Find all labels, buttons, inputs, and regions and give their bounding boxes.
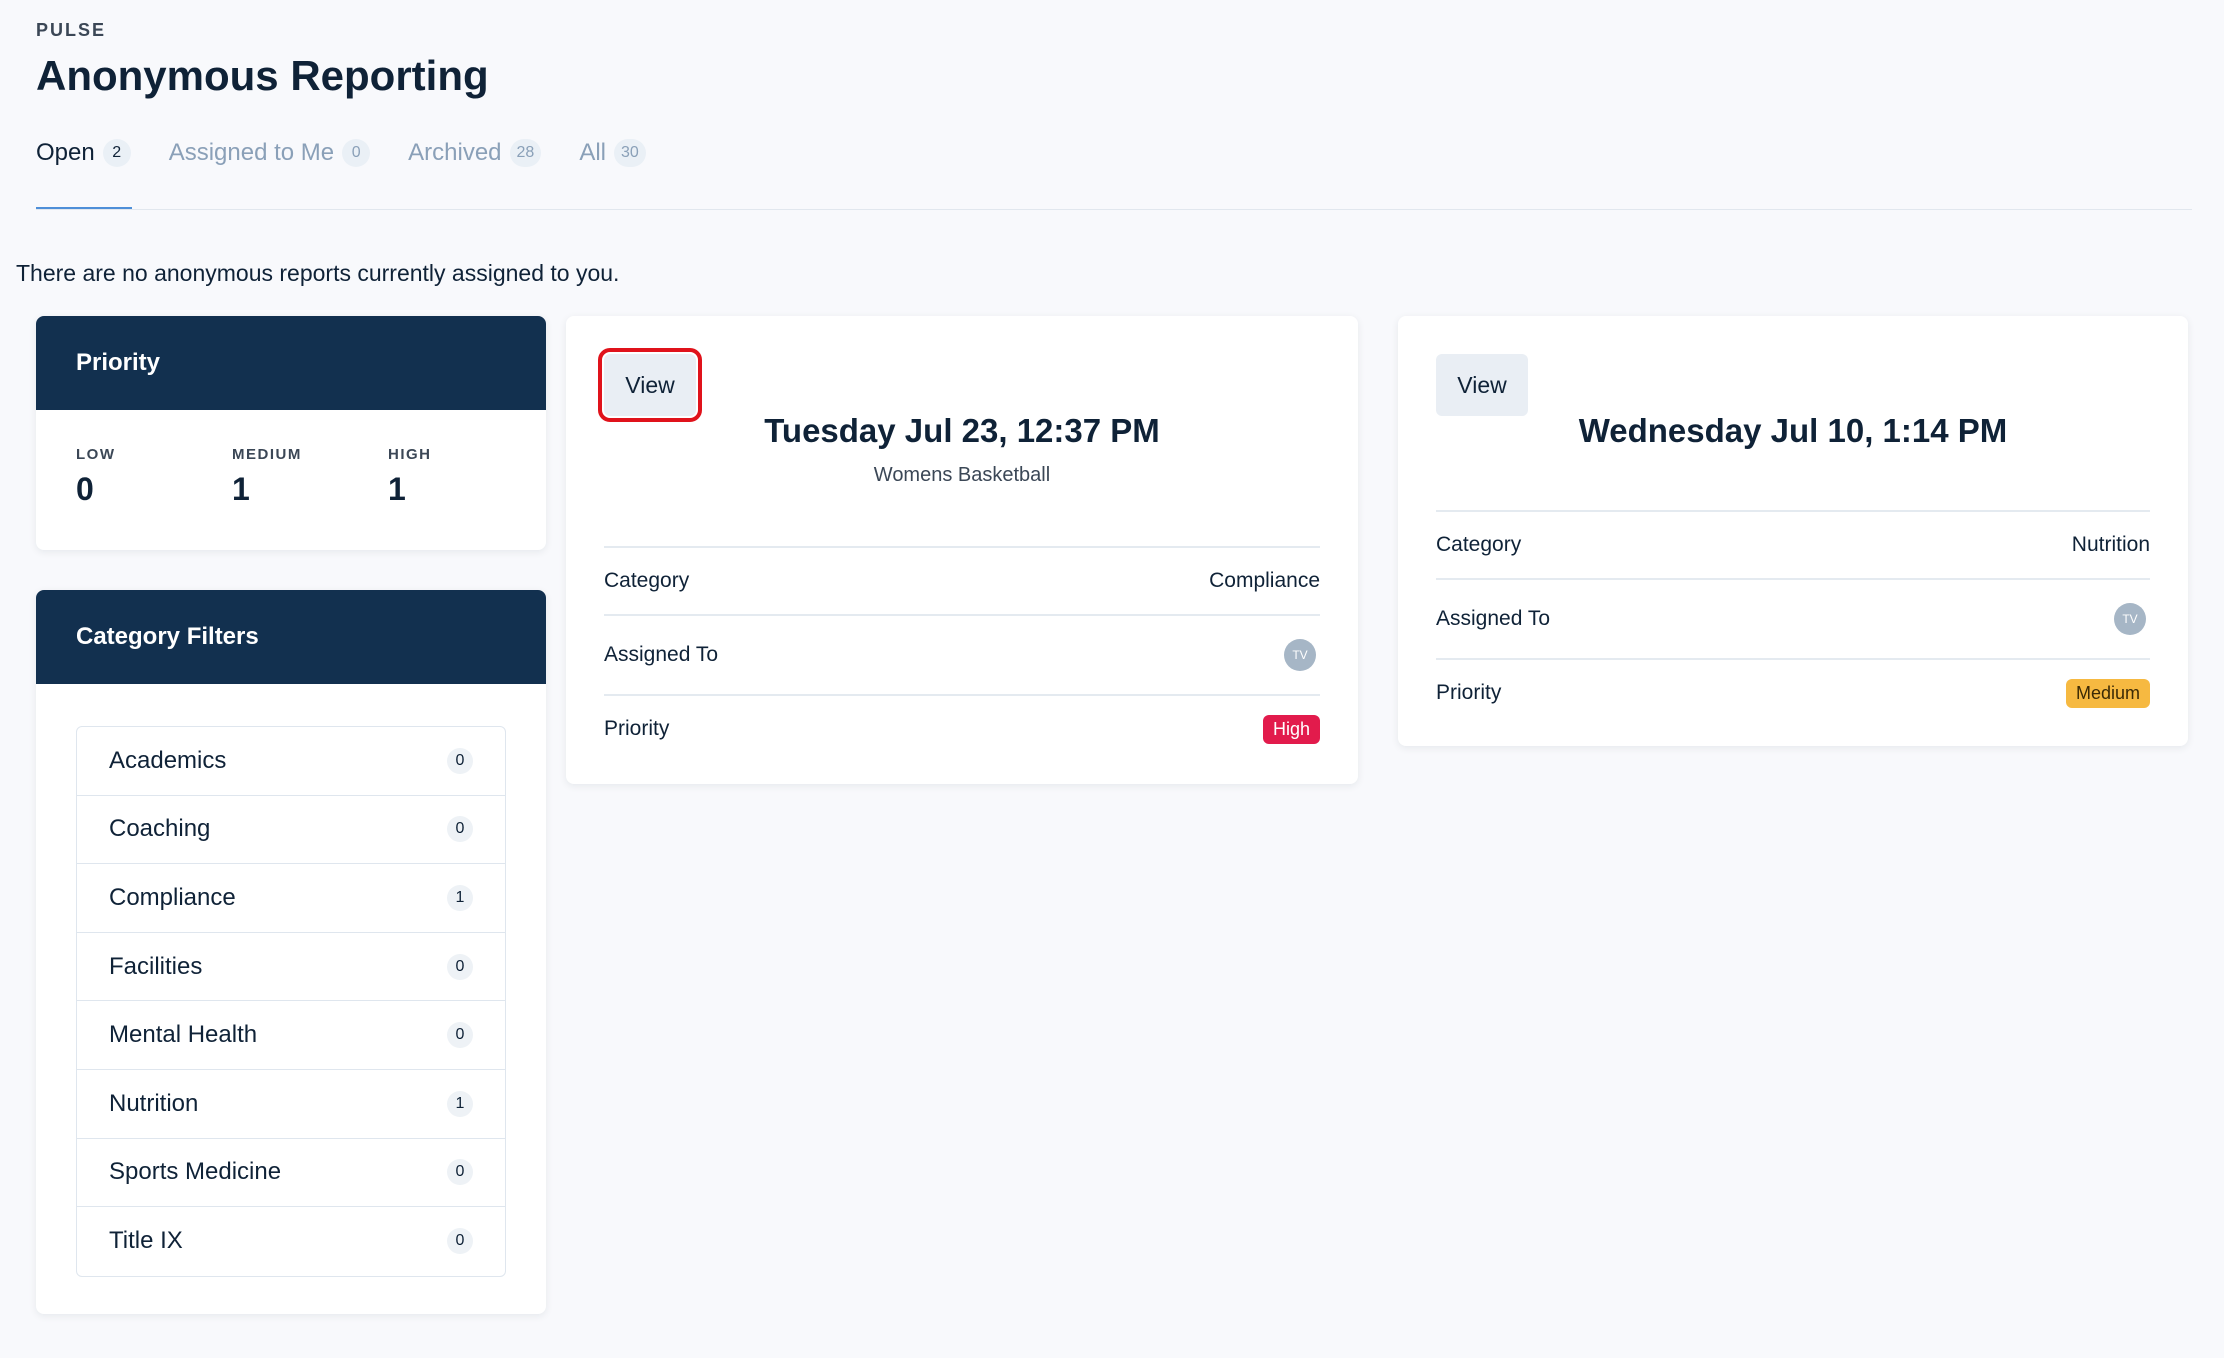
tab-assigned-to-me[interactable]: Assigned to Me 0 [168, 134, 371, 172]
app-eyebrow: PULSE [36, 20, 107, 40]
category-item-academics[interactable]: Academics 0 [77, 727, 505, 796]
empty-state-message: There are no anonymous reports currently… [16, 260, 620, 286]
report-card: View Tuesday Jul 23, 12:37 PM Womens Bas… [566, 316, 1358, 784]
tabs-divider [36, 209, 2192, 210]
category-item-mental-health[interactable]: Mental Health 0 [77, 1001, 505, 1070]
tab-label: All [579, 139, 606, 166]
report-priority-row: Priority High [604, 694, 1320, 762]
page: PULSE Anonymous Reporting Open 2 Assigne… [0, 0, 2224, 1358]
tab-all[interactable]: All 30 [579, 134, 646, 172]
category-label: Title IX [109, 1227, 183, 1255]
tab-count-badge: 2 [102, 139, 131, 167]
tab-label: Archived [408, 139, 502, 166]
category-count-badge: 0 [447, 953, 473, 980]
category-count-badge: 1 [447, 1090, 473, 1117]
detail-label: Priority [604, 717, 670, 740]
priority-badge: High [1262, 714, 1320, 744]
detail-label: Priority [1436, 681, 1502, 704]
detail-label: Category [604, 569, 690, 592]
category-count-badge: 0 [447, 1022, 473, 1049]
tab-archived[interactable]: Archived 28 [408, 134, 542, 172]
tab-count-badge: 28 [509, 139, 542, 167]
report-priority-row: Priority Medium [1436, 658, 2150, 726]
priority-panel-title: Priority [36, 316, 546, 410]
category-count-badge: 0 [447, 747, 473, 774]
category-label: Coaching [109, 815, 211, 843]
report-card: View Wednesday Jul 10, 1:14 PM Category … [1398, 316, 2188, 746]
report-date: Tuesday Jul 23, 12:37 PM [764, 412, 1160, 449]
priority-stats: LOW 0 MEDIUM 1 HIGH 1 [36, 410, 546, 508]
category-label: Academics [109, 746, 227, 774]
detail-label: Assigned To [1436, 607, 1551, 630]
detail-value: Compliance [1209, 569, 1320, 592]
detail-label: Assigned To [604, 643, 719, 666]
report-details: Category Nutrition Assigned To TV Priori… [1436, 510, 2150, 726]
report-category-row: Category Compliance [604, 546, 1320, 614]
priority-badge: Medium [2065, 678, 2150, 708]
report-team: Womens Basketball [873, 464, 1051, 486]
priority-low-value: 0 [76, 471, 94, 507]
category-item-facilities[interactable]: Facilities 0 [77, 933, 505, 1002]
tab-bar: Open 2 Assigned to Me 0 Archived 28 All … [36, 134, 646, 210]
priority-panel: Priority LOW 0 MEDIUM 1 HIGH 1 [36, 316, 546, 550]
category-label: Sports Medicine [109, 1158, 282, 1186]
category-list: Academics 0 Coaching 0 Compliance 1 Faci… [76, 726, 506, 1277]
priority-medium-value: 1 [232, 471, 250, 507]
detail-value: Nutrition [2071, 533, 2150, 556]
tab-count-badge: 0 [342, 139, 371, 167]
category-count-badge: 1 [447, 884, 473, 911]
priority-medium-stat: MEDIUM 1 [232, 446, 388, 508]
report-category-row: Category Nutrition [1436, 510, 2150, 578]
category-filters-panel: Category Filters Academics 0 Coaching 0 … [36, 590, 546, 1314]
view-report-button[interactable]: View [598, 348, 702, 422]
tab-label: Assigned to Me [168, 139, 335, 166]
category-count-badge: 0 [447, 1228, 473, 1255]
priority-low-stat: LOW 0 [76, 446, 232, 508]
category-label: Nutrition [109, 1089, 199, 1117]
category-item-title-ix[interactable]: Title IX 0 [77, 1207, 505, 1276]
category-filters-title: Category Filters [36, 590, 546, 684]
avatar: TV [2114, 603, 2146, 635]
category-count-badge: 0 [447, 1159, 473, 1186]
report-assigned-row: Assigned To TV [604, 614, 1320, 694]
category-label: Facilities [109, 952, 203, 980]
tab-open[interactable]: Open 2 [36, 134, 131, 172]
report-assigned-row: Assigned To TV [1436, 578, 2150, 658]
priority-low-label: LOW [76, 446, 116, 463]
category-item-compliance[interactable]: Compliance 1 [77, 864, 505, 933]
category-label: Compliance [109, 883, 236, 911]
priority-medium-label: MEDIUM [232, 446, 302, 463]
category-item-nutrition[interactable]: Nutrition 1 [77, 1070, 505, 1139]
report-date: Wednesday Jul 10, 1:14 PM [1578, 412, 2008, 449]
report-details: Category Compliance Assigned To TV Prior… [604, 546, 1320, 762]
category-count-badge: 0 [447, 816, 473, 843]
detail-label: Category [1436, 533, 1522, 556]
avatar: TV [1284, 639, 1316, 671]
priority-high-stat: HIGH 1 [388, 446, 544, 508]
category-item-sports-medicine[interactable]: Sports Medicine 0 [77, 1139, 505, 1208]
page-title: Anonymous Reporting [36, 52, 489, 99]
view-report-button[interactable]: View [1436, 354, 1528, 416]
priority-high-label: HIGH [388, 446, 432, 463]
priority-high-value: 1 [388, 471, 406, 507]
category-label: Mental Health [109, 1021, 258, 1049]
tab-count-badge: 30 [613, 139, 646, 167]
tab-label: Open [36, 139, 95, 166]
category-item-coaching[interactable]: Coaching 0 [77, 796, 505, 865]
